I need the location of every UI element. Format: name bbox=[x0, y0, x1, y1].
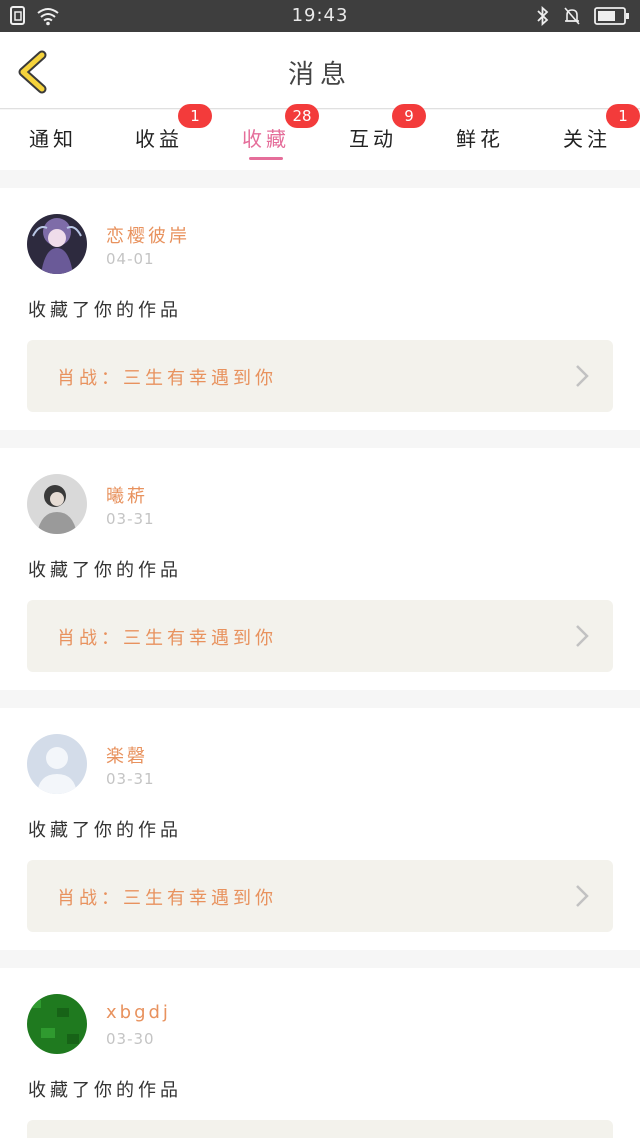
battery-icon bbox=[594, 7, 629, 25]
work-title: 肖战：三生有幸遇到你 bbox=[57, 368, 277, 389]
username[interactable]: 曦菥 bbox=[106, 482, 148, 508]
tab-favorites[interactable]: 收藏 28 bbox=[213, 104, 319, 170]
active-tab-indicator bbox=[249, 157, 283, 160]
status-right-icons bbox=[536, 6, 630, 26]
work-title: 肖战：三生有幸遇到你 bbox=[57, 628, 277, 649]
chevron-right-icon bbox=[576, 625, 589, 647]
tab-interactions[interactable]: 互动 9 bbox=[320, 104, 426, 170]
tab-label: 鲜花 bbox=[456, 127, 504, 151]
message-date: 03-31 bbox=[106, 770, 155, 788]
chevron-right-icon bbox=[576, 365, 589, 387]
work-title: 肖战：三生有幸遇到你 bbox=[57, 888, 277, 909]
tab-follows[interactable]: 关注 1 bbox=[534, 104, 640, 170]
message-action: 收藏了你的作品 bbox=[28, 560, 182, 581]
message-card: xbgdj 03-30 收藏了你的作品 bbox=[0, 968, 640, 1138]
photo-avatar-image bbox=[27, 474, 87, 534]
avatar[interactable] bbox=[27, 214, 87, 274]
tab-label: 收藏 bbox=[242, 127, 290, 151]
tab-badge: 9 bbox=[392, 104, 426, 128]
username[interactable]: 楽磬 bbox=[106, 742, 148, 768]
avatar[interactable] bbox=[27, 734, 87, 794]
anime-avatar-image bbox=[27, 214, 87, 274]
tab-label: 互动 bbox=[349, 127, 397, 151]
message-action: 收藏了你的作品 bbox=[28, 300, 182, 321]
avatar[interactable] bbox=[27, 994, 87, 1054]
message-action: 收藏了你的作品 bbox=[28, 1080, 182, 1101]
chevron-right-icon bbox=[576, 885, 589, 907]
username[interactable]: xbgdj bbox=[106, 1002, 171, 1023]
tab-bar: 通知 收益 1 收藏 28 互动 9 鲜花 关注 1 bbox=[0, 104, 640, 170]
tab-badge: 28 bbox=[285, 104, 319, 128]
tab-label: 通知 bbox=[29, 127, 77, 151]
message-card: 曦菥 03-31 收藏了你的作品 肖战：三生有幸遇到你 bbox=[0, 448, 640, 690]
work-link[interactable]: 肖战：三生有幸遇到你 bbox=[27, 860, 613, 932]
bluetooth-icon bbox=[537, 6, 549, 26]
message-card: 楽磬 03-31 收藏了你的作品 肖战：三生有幸遇到你 bbox=[0, 708, 640, 950]
work-link[interactable]: 肖战：三生有幸遇到你 bbox=[27, 340, 613, 412]
tab-earnings[interactable]: 收益 1 bbox=[106, 104, 212, 170]
message-date: 03-30 bbox=[106, 1030, 155, 1048]
mute-bell-icon bbox=[564, 7, 580, 25]
tab-badge: 1 bbox=[606, 104, 640, 128]
default-user-avatar-icon bbox=[27, 734, 87, 794]
page-title: 消息 bbox=[287, 60, 352, 90]
message-date: 03-31 bbox=[106, 510, 155, 528]
status-bar: 19:43 bbox=[0, 0, 640, 32]
message-card: 恋樱彼岸 04-01 收藏了你的作品 肖战：三生有幸遇到你 bbox=[0, 188, 640, 430]
work-link[interactable] bbox=[27, 1120, 613, 1138]
tab-label: 收益 bbox=[135, 127, 183, 151]
message-date: 04-01 bbox=[106, 250, 155, 268]
header: 消息 bbox=[0, 32, 640, 109]
tab-label: 关注 bbox=[563, 127, 611, 151]
username[interactable]: 恋樱彼岸 bbox=[106, 222, 190, 248]
green-texture-avatar-image bbox=[27, 994, 87, 1054]
message-action: 收藏了你的作品 bbox=[28, 820, 182, 841]
tab-badge: 1 bbox=[178, 104, 212, 128]
tab-notifications[interactable]: 通知 bbox=[0, 110, 106, 170]
work-link[interactable]: 肖战：三生有幸遇到你 bbox=[27, 600, 613, 672]
avatar[interactable] bbox=[27, 474, 87, 534]
tab-flowers[interactable]: 鲜花 bbox=[427, 110, 533, 170]
